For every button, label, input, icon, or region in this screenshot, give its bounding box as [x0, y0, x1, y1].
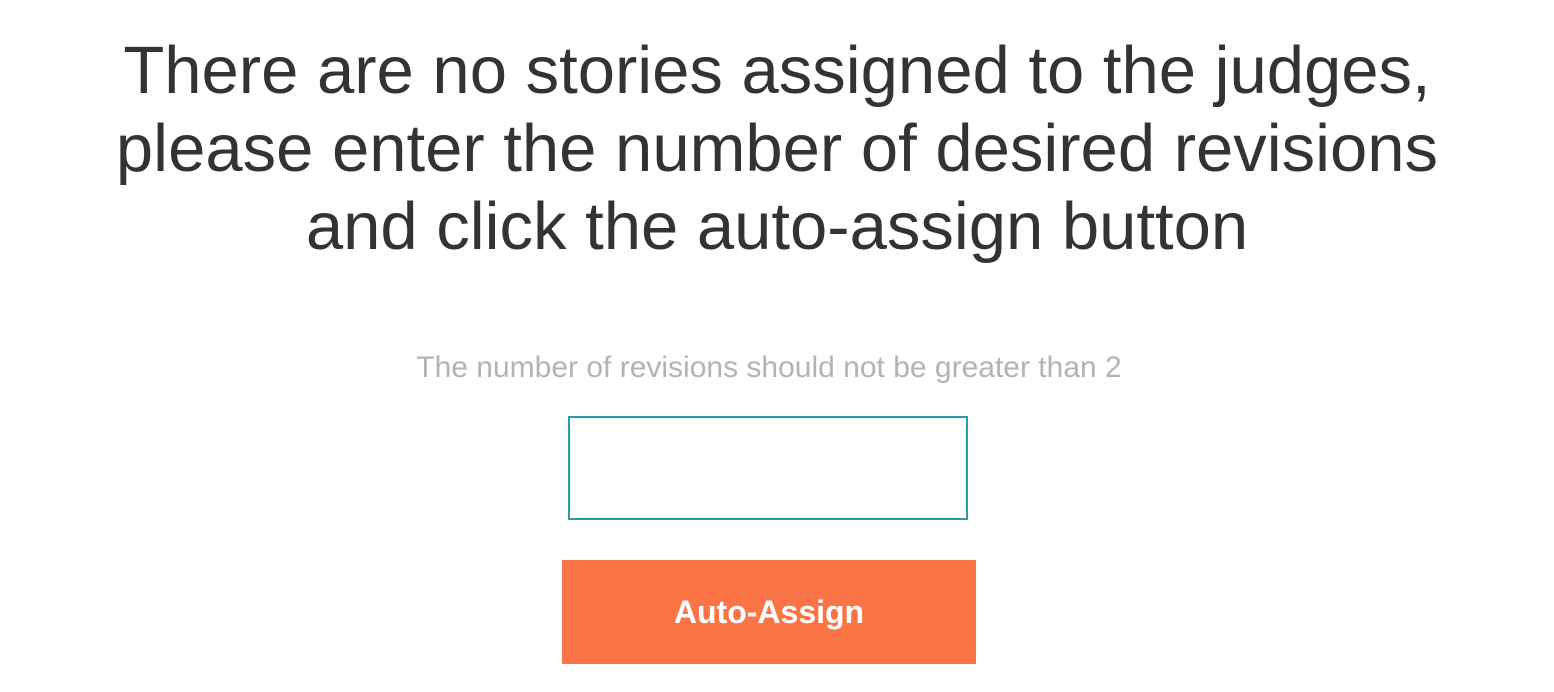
revisions-limit-hint: The number of revisions should not be gr… — [416, 351, 1122, 384]
message-line: please enter the number of desired revis… — [115, 111, 1439, 186]
message-line: There are no stories assigned to the jud… — [123, 33, 1431, 108]
empty-state-message: There are no stories assigned to the jud… — [0, 32, 1554, 266]
message-line: and click the auto-assign button — [305, 189, 1249, 264]
revisions-count-input[interactable] — [568, 416, 968, 520]
auto-assign-button[interactable]: Auto-Assign — [562, 560, 976, 664]
auto-assign-page: There are no stories assigned to the jud… — [0, 0, 1554, 692]
